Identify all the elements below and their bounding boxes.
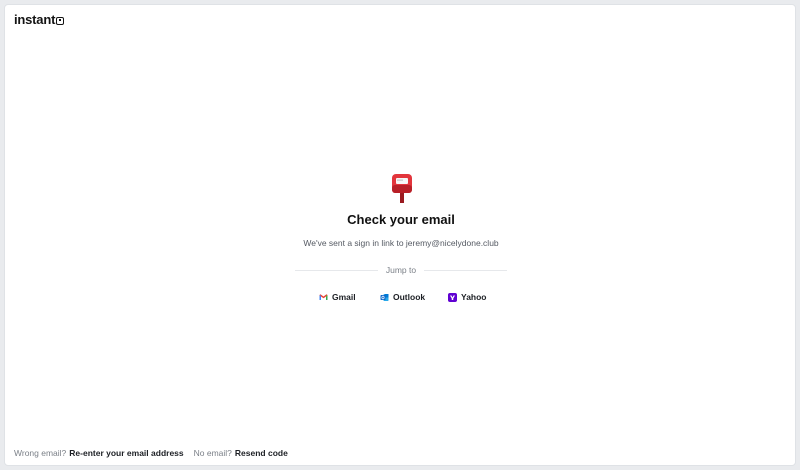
outlook-link[interactable]: Outlook <box>380 289 425 305</box>
outlook-label: Outlook <box>393 292 426 302</box>
divider-line-left <box>295 269 378 271</box>
yahoo-icon <box>448 292 457 302</box>
app-logo[interactable]: instant <box>14 12 65 27</box>
divider-line-right <box>424 269 507 271</box>
jump-to-divider: Jump to <box>295 265 507 275</box>
wrong-email-prompt: Wrong email? <box>14 448 67 458</box>
outlook-icon <box>380 293 389 301</box>
no-email-prompt: No email? <box>193 448 232 458</box>
gmail-link[interactable]: Gmail <box>319 289 356 305</box>
gmail-label: Gmail <box>332 292 356 302</box>
logo-text: instant <box>14 12 56 27</box>
postbox-icon <box>392 174 412 203</box>
app-window: instant Check your email We've sent a si… <box>4 4 796 466</box>
yahoo-link[interactable]: Yahoo <box>448 289 487 305</box>
yahoo-label: Yahoo <box>461 292 487 302</box>
page-title: Check your email <box>347 212 455 227</box>
footer-help: Wrong email? Re-enter your email address… <box>14 448 288 458</box>
wrong-email-group: Wrong email? Re-enter your email address <box>14 448 184 458</box>
gmail-icon <box>319 294 328 300</box>
no-email-group: No email? Resend code <box>194 448 288 458</box>
logo-mark-icon <box>56 16 65 25</box>
email-provider-links: Gmail Outlook Yahoo <box>5 289 797 305</box>
resend-code-link[interactable]: Resend code <box>235 448 288 458</box>
reenter-email-link[interactable]: Re-enter your email address <box>69 448 183 458</box>
sent-link-message: We've sent a sign in link to jeremy@nice… <box>303 238 499 248</box>
jump-to-label: Jump to <box>385 265 417 275</box>
